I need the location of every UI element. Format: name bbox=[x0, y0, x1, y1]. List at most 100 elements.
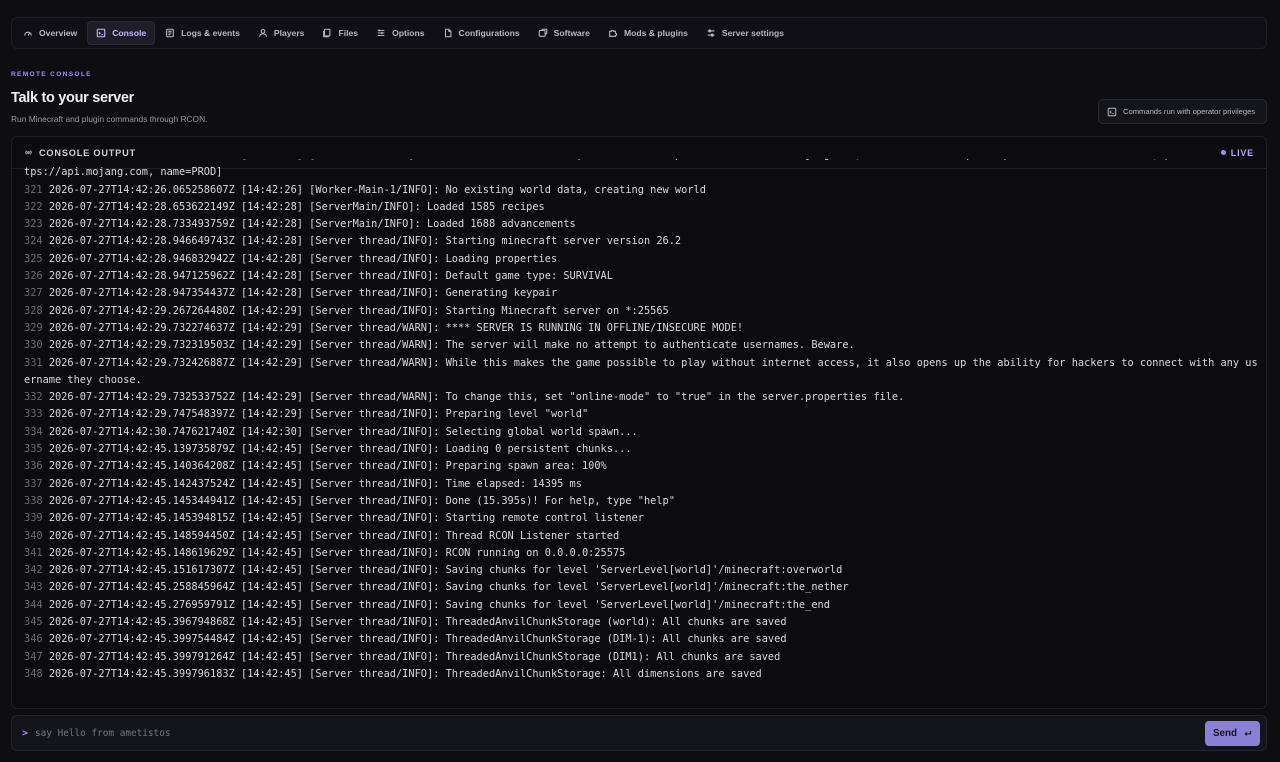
line-number: 338 bbox=[24, 494, 43, 507]
log-text: 2026-07-27T14:42:45.399796183Z [14:42:45… bbox=[48, 667, 762, 680]
log-line: 331 2026-07-27T14:42:29.732426887Z [14:4… bbox=[24, 355, 1260, 390]
line-number: 334 bbox=[24, 425, 43, 438]
section-eyebrow: REMOTE CONSOLE bbox=[11, 71, 92, 78]
tab-software[interactable]: Software bbox=[530, 21, 598, 45]
line-number: 335 bbox=[24, 443, 43, 456]
line-number: 333 bbox=[24, 408, 43, 421]
top-nav: Overview Console Logs & events Players F… bbox=[11, 17, 1267, 49]
log-line: 337 2026-07-27T14:42:45.142437524Z [14:4… bbox=[24, 476, 1260, 493]
line-number: 337 bbox=[24, 477, 43, 490]
log-text: 2026-07-27T14:42:45.276959791Z [14:42:45… bbox=[48, 598, 830, 611]
log-line: 348 2026-07-27T14:42:45.399796183Z [14:4… bbox=[24, 666, 1260, 683]
log-line: 324 2026-07-27T14:42:28.946649743Z [14:4… bbox=[24, 233, 1260, 250]
log-text: 2026-07-27T14:42:28.946832942Z [14:42:28… bbox=[48, 252, 558, 265]
log-line: 342 2026-07-27T14:42:45.151617307Z [14:4… bbox=[24, 562, 1260, 579]
log-line: 332 2026-07-27T14:42:29.732533752Z [14:4… bbox=[24, 389, 1260, 406]
puzzle-icon bbox=[609, 29, 618, 37]
logs-icon bbox=[166, 28, 174, 38]
tab-label: Mods & plugins bbox=[623, 28, 688, 38]
line-number: 327 bbox=[24, 287, 43, 300]
live-status-badge: LIVE bbox=[1220, 148, 1254, 158]
log-line: 328 2026-07-27T14:42:29.267264480Z [14:4… bbox=[24, 303, 1260, 320]
line-number: 332 bbox=[24, 391, 43, 404]
line-number: 348 bbox=[24, 667, 43, 680]
tab-overview[interactable]: Overview bbox=[15, 21, 85, 45]
prompt-symbol: > bbox=[22, 727, 29, 739]
log-text: 2026-07-27T14:42:28.947125962Z [14:42:28… bbox=[48, 270, 613, 283]
log-line: 340 2026-07-27T14:42:45.148594450Z [14:4… bbox=[24, 528, 1260, 545]
log-line: 333 2026-07-27T14:42:29.747548397Z [14:4… bbox=[24, 406, 1260, 423]
log-text: 2026-07-27T14:42:28.733493759Z [14:42:28… bbox=[48, 218, 576, 231]
tab-label: Files bbox=[338, 28, 359, 38]
log-text: 2026-07-27T14:42:45.145344941Z [14:42:45… bbox=[48, 494, 675, 507]
line-number: 339 bbox=[24, 512, 43, 525]
tab-label: Console bbox=[112, 28, 147, 38]
tab-players[interactable]: Players bbox=[250, 21, 313, 45]
log-line: 334 2026-07-27T14:42:30.747621740Z [14:4… bbox=[24, 424, 1260, 441]
tab-label: Software bbox=[553, 28, 590, 38]
log-line: 327 2026-07-27T14:42:28.947354437Z [14:4… bbox=[24, 285, 1260, 302]
console-log[interactable]: 320 2026-07-27T14:42:23.374420747Z [14:4… bbox=[24, 159, 1260, 708]
user-icon bbox=[259, 28, 267, 37]
line-number: 336 bbox=[24, 460, 43, 473]
line-number: 326 bbox=[24, 270, 43, 283]
tab-label: Players bbox=[273, 28, 305, 38]
log-text: 2026-07-27T14:42:45.148594450Z [14:42:45… bbox=[48, 529, 620, 542]
tab-label: Options bbox=[392, 28, 425, 38]
tab-mods-plugins[interactable]: Mods & plugins bbox=[600, 21, 696, 45]
log-text: 2026-07-27T14:42:29.732533752Z [14:42:29… bbox=[48, 391, 905, 404]
line-number: 328 bbox=[24, 304, 43, 317]
page-title: Talk to your server bbox=[11, 90, 134, 106]
privileges-label: Commands run with operator privileges bbox=[1123, 107, 1256, 116]
log-line: 347 2026-07-27T14:42:45.399791264Z [14:4… bbox=[24, 649, 1260, 666]
log-text: 2026-07-27T14:42:29.732274637Z [14:42:29… bbox=[48, 321, 744, 334]
tab-console[interactable]: Console bbox=[87, 21, 156, 45]
line-number: 324 bbox=[24, 235, 43, 248]
line-number: 323 bbox=[24, 218, 43, 231]
tab-label: Configurations bbox=[458, 28, 520, 38]
tab-label: Overview bbox=[39, 28, 78, 38]
log-text: 2026-07-27T14:42:23.374420747Z [14:42:23… bbox=[24, 159, 1258, 179]
log-text: 2026-07-27T14:42:28.947354437Z [14:42:28… bbox=[48, 287, 558, 300]
log-text: 2026-07-27T14:42:45.148619629Z [14:42:45… bbox=[48, 546, 626, 559]
log-text: 2026-07-27T14:42:26.065258607Z [14:42:26… bbox=[48, 183, 706, 196]
console-output-panel: CONSOLE OUTPUT LIVE 320 2026-07-27T14:42… bbox=[11, 136, 1267, 709]
log-line: 325 2026-07-27T14:42:28.946832942Z [14:4… bbox=[24, 251, 1260, 268]
log-line: 321 2026-07-27T14:42:26.065258607Z [14:4… bbox=[24, 182, 1260, 199]
line-number: 322 bbox=[24, 200, 43, 213]
log-text: 2026-07-27T14:42:45.140364208Z [14:42:45… bbox=[48, 460, 607, 473]
send-button[interactable]: Send bbox=[1205, 720, 1260, 746]
tab-configurations[interactable]: Configurations bbox=[435, 21, 528, 45]
line-number: 340 bbox=[24, 529, 43, 542]
console-title: CONSOLE OUTPUT bbox=[24, 148, 136, 158]
tab-server-settings[interactable]: Server settings bbox=[698, 21, 792, 45]
terminal-icon bbox=[1107, 107, 1117, 116]
line-number: 343 bbox=[24, 581, 43, 594]
tab-options[interactable]: Options bbox=[368, 21, 432, 45]
log-text: 2026-07-27T14:42:45.396794868Z [14:42:45… bbox=[48, 616, 787, 629]
log-text: 2026-07-27T14:42:45.399791264Z [14:42:45… bbox=[48, 650, 781, 663]
log-line: 323 2026-07-27T14:42:28.733493759Z [14:4… bbox=[24, 216, 1260, 233]
files-icon bbox=[323, 28, 331, 38]
log-line: 322 2026-07-27T14:42:28.653622149Z [14:4… bbox=[24, 199, 1260, 216]
tab-label: Logs & events bbox=[181, 28, 240, 38]
line-number: 325 bbox=[24, 252, 43, 265]
log-line: 346 2026-07-27T14:42:45.399754484Z [14:4… bbox=[24, 631, 1260, 648]
tab-logs-events[interactable]: Logs & events bbox=[157, 21, 248, 45]
list-icon bbox=[377, 29, 385, 37]
line-number: 345 bbox=[24, 616, 43, 629]
log-line: 329 2026-07-27T14:42:29.732274637Z [14:4… bbox=[24, 320, 1260, 337]
tab-files[interactable]: Files bbox=[314, 21, 366, 45]
log-text: 2026-07-27T14:42:45.145394815Z [14:42:45… bbox=[48, 512, 644, 525]
log-line: 341 2026-07-27T14:42:45.148619629Z [14:4… bbox=[24, 545, 1260, 562]
log-text: 2026-07-27T14:42:45.151617307Z [14:42:45… bbox=[48, 564, 843, 577]
line-number: 347 bbox=[24, 650, 43, 663]
command-input[interactable] bbox=[35, 721, 1205, 745]
log-text: 2026-07-27T14:42:29.267264480Z [14:42:29… bbox=[48, 304, 669, 317]
gauge-icon bbox=[24, 31, 32, 36]
line-number: 321 bbox=[24, 183, 43, 196]
log-text: 2026-07-27T14:42:29.732426887Z [14:42:29… bbox=[24, 356, 1258, 386]
log-text: 2026-07-27T14:42:45.142437524Z [14:42:45… bbox=[48, 477, 582, 490]
broadcast-icon bbox=[25, 150, 32, 155]
log-text: 2026-07-27T14:42:45.258845964Z [14:42:45… bbox=[48, 581, 849, 594]
